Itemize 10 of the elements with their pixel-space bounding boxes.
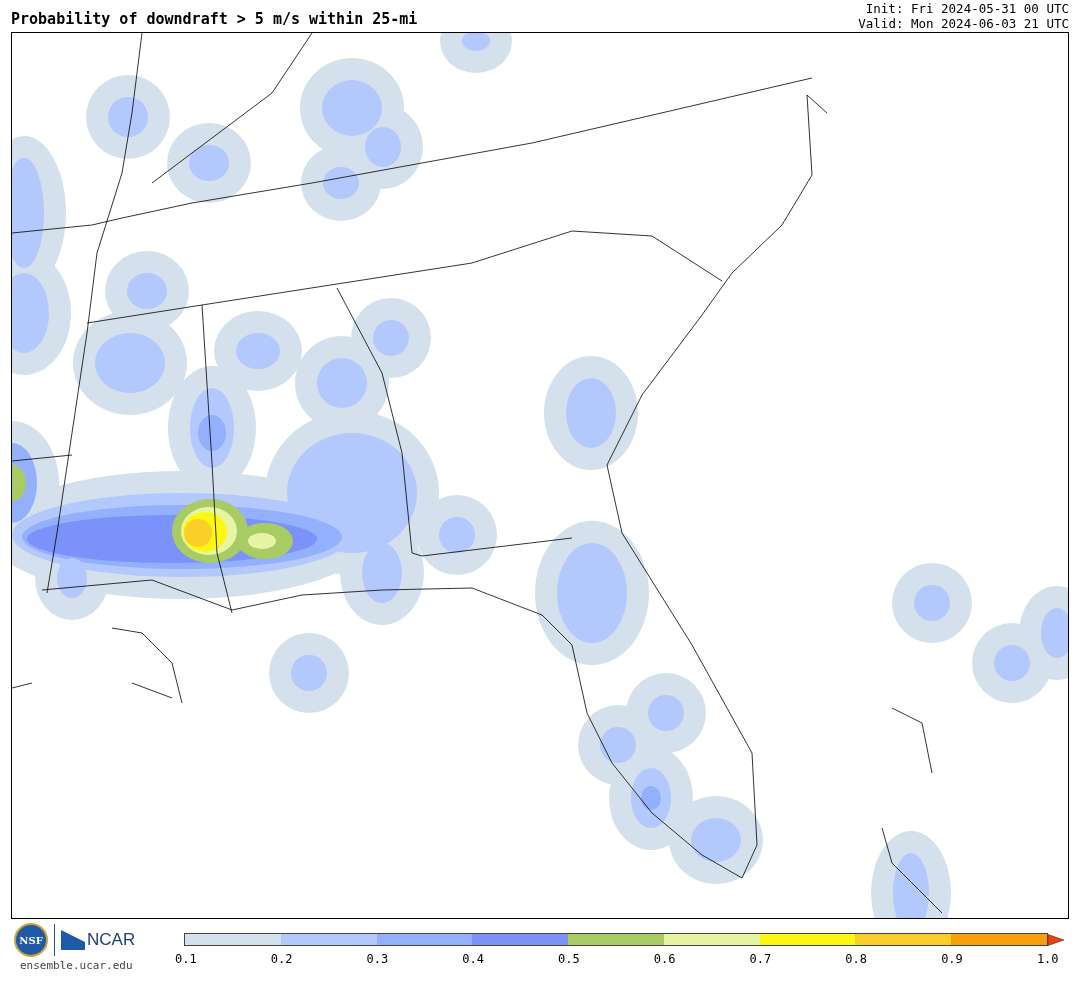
chart-title: Probability of downdraft > 5 m/s within 25-mi (11, 10, 418, 30)
colorbar-tick-label: 0.8 (845, 952, 864, 966)
init-time: Init: Fri 2024-05-31 00 UTC (864, 1, 1069, 16)
colorbar-tick-label: 0.5 (558, 952, 577, 966)
ncar-mark-icon (61, 930, 85, 950)
ncar-logo: NCAR (87, 930, 136, 950)
colorbar-tick-label: 0.9 (941, 952, 960, 966)
nsf-logo: NSF (14, 923, 48, 957)
website-url: ensemble.ucar.edu (20, 959, 133, 972)
valid-time: Valid: Mon 2024-06-03 21 UTC (858, 16, 1069, 31)
